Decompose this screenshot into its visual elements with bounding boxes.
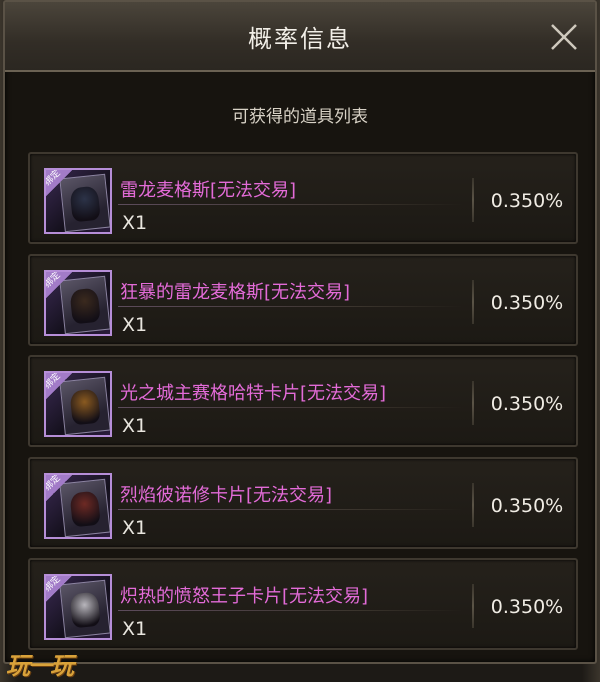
probability-dialog: 概率信息 可获得的道具列表 绑定 雷龙麦格斯[无法交易] X1 0.350% 绑…	[3, 0, 597, 664]
item-name: 光之城主赛格哈特卡片[无法交易]	[120, 383, 387, 404]
character-portrait	[69, 591, 101, 629]
item-quantity: X1	[122, 212, 148, 234]
column-divider	[472, 584, 474, 628]
dialog-title: 概率信息	[248, 24, 352, 53]
column-divider	[472, 178, 474, 222]
bound-badge: 绑定	[46, 170, 72, 196]
list-item[interactable]: 绑定 炽热的愤怒王子卡片[无法交易] X1 0.350%	[28, 558, 578, 650]
watermark-logo: 玩一玩	[6, 652, 74, 680]
bound-badge: 绑定	[44, 269, 72, 298]
item-icon[interactable]: 绑定	[44, 574, 112, 640]
item-name: 炽热的愤怒王子卡片[无法交易]	[120, 586, 369, 607]
bound-badge-label: 绑定	[44, 574, 63, 595]
close-icon	[551, 24, 577, 50]
bound-badge-label: 绑定	[44, 168, 63, 189]
item-name: 狂暴的雷龙麦格斯[无法交易]	[120, 281, 351, 303]
item-probability: 0.350%	[490, 596, 564, 618]
item-probability: 0.350%	[490, 393, 564, 415]
character-portrait	[69, 388, 101, 426]
bound-badge: 绑定	[46, 373, 72, 399]
name-underline	[118, 204, 463, 205]
character-portrait	[69, 185, 101, 223]
column-divider	[472, 482, 474, 527]
list-item[interactable]: 绑定 雷龙麦格斯[无法交易] X1 0.350%	[28, 152, 578, 244]
title-bar: 概率信息	[5, 2, 595, 72]
item-icon[interactable]: 绑定	[44, 472, 112, 539]
bound-badge: 绑定	[46, 576, 72, 602]
item-name: 雷龙麦格斯[无法交易]	[120, 180, 297, 201]
item-name: 烈焰彼诺修卡片[无法交易]	[120, 484, 333, 506]
item-probability: 0.350%	[490, 494, 564, 517]
list-subtitle: 可获得的道具列表	[232, 107, 368, 127]
bound-badge: 绑定	[44, 472, 72, 501]
name-underline	[118, 610, 463, 611]
character-portrait	[69, 490, 101, 527]
name-underline	[118, 305, 463, 307]
column-divider	[472, 381, 474, 425]
column-divider	[472, 279, 474, 324]
name-underline	[118, 407, 463, 408]
name-underline	[118, 508, 463, 510]
list-item[interactable]: 绑定 烈焰彼诺修卡片[无法交易] X1 0.350%	[28, 456, 578, 549]
bound-badge-label: 绑定	[44, 472, 63, 493]
item-list[interactable]: 绑定 雷龙麦格斯[无法交易] X1 0.350% 绑定 狂暴的雷龙麦格斯[无法交…	[28, 152, 578, 660]
list-item[interactable]: 绑定 光之城主赛格哈特卡片[无法交易] X1 0.350%	[28, 355, 578, 447]
item-icon[interactable]: 绑定	[44, 168, 112, 234]
item-icon[interactable]: 绑定	[44, 371, 112, 437]
item-probability: 0.350%	[490, 291, 564, 314]
item-probability: 0.350%	[490, 190, 564, 212]
close-button[interactable]	[545, 18, 583, 56]
item-quantity: X1	[122, 415, 148, 437]
bound-badge-label: 绑定	[44, 371, 63, 392]
item-quantity: X1	[122, 618, 148, 640]
bound-badge-label: 绑定	[44, 269, 63, 290]
list-item[interactable]: 绑定 狂暴的雷龙麦格斯[无法交易] X1 0.350%	[28, 253, 578, 346]
item-icon[interactable]: 绑定	[44, 269, 112, 336]
item-quantity: X1	[122, 313, 148, 336]
character-portrait	[69, 287, 101, 324]
item-quantity: X1	[122, 516, 148, 539]
